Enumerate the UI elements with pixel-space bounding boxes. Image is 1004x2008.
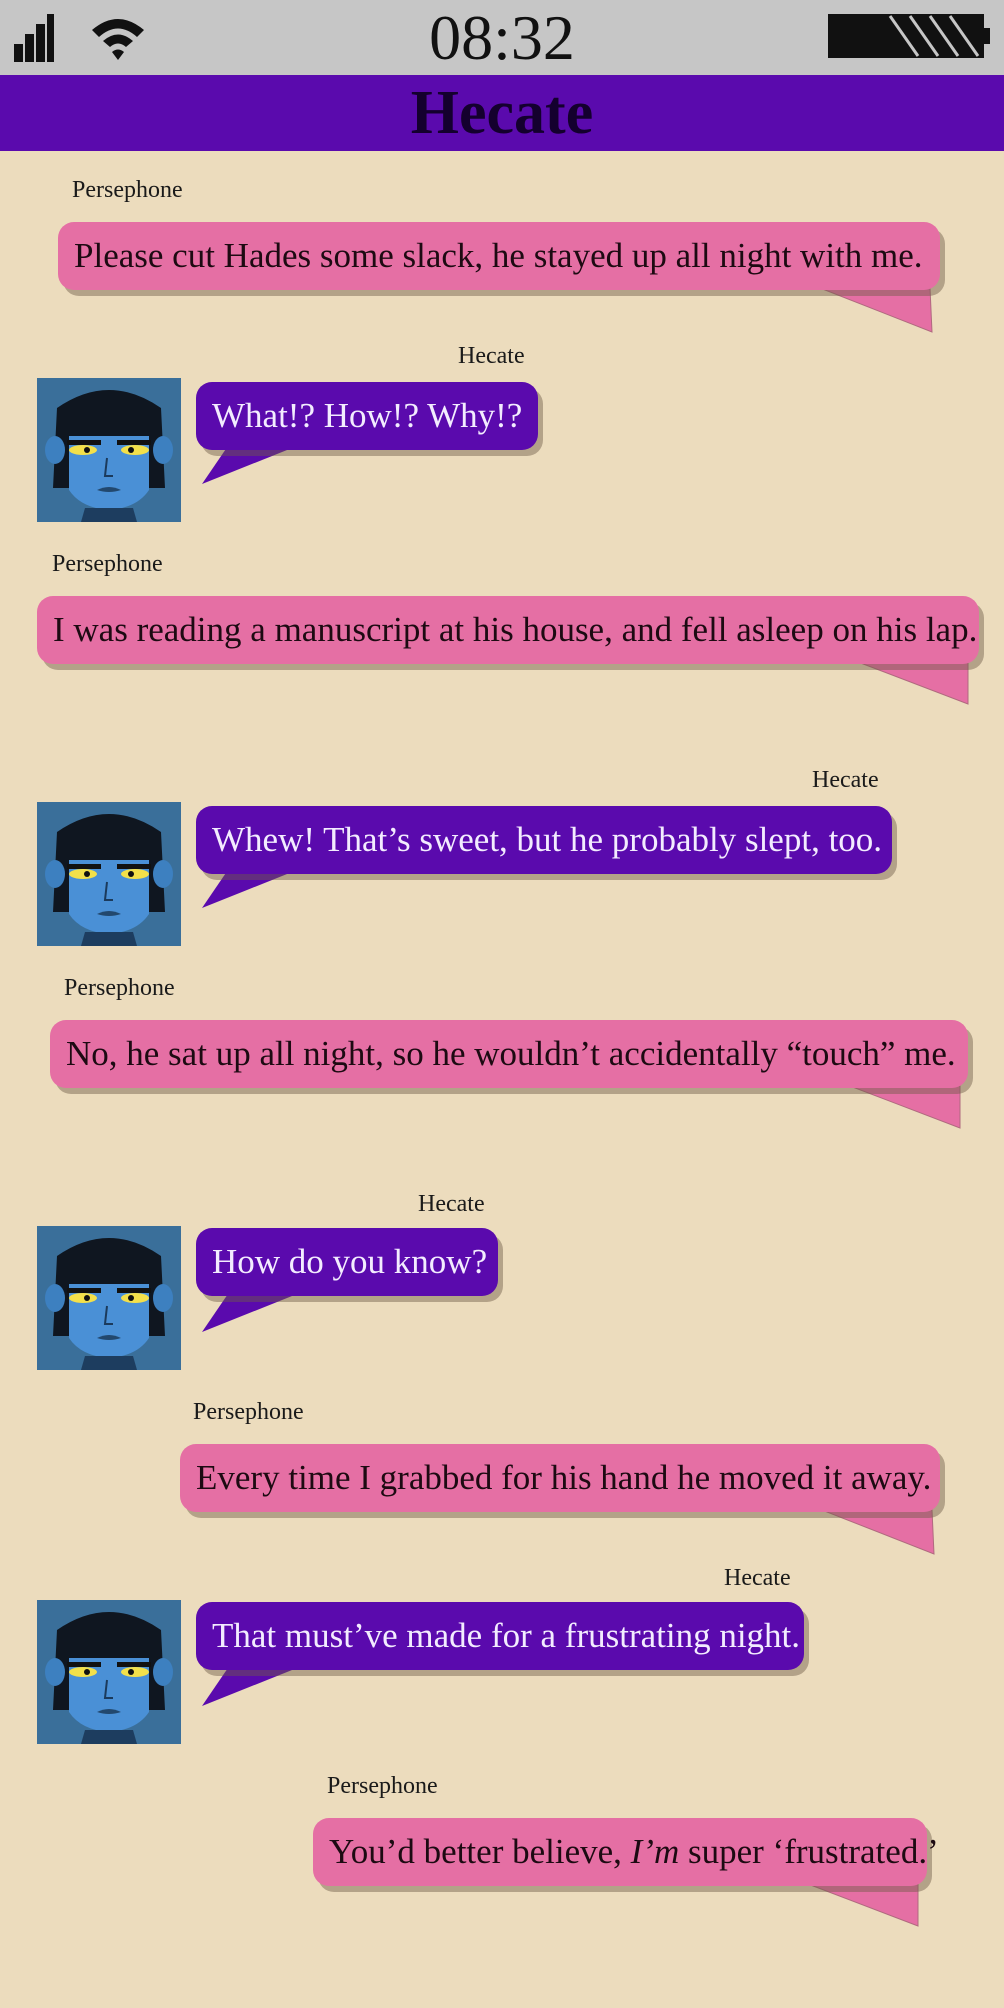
hecate-avatar <box>37 802 181 946</box>
battery-icon <box>828 14 990 58</box>
bubble-tail <box>821 1509 935 1555</box>
message-bubble: Whew! That’s sweet, but he probably slep… <box>196 806 892 874</box>
hecate-avatar <box>37 1226 181 1370</box>
message-bubble: That must’ve made for a frustrating nigh… <box>196 1602 804 1670</box>
message-sender: Hecate <box>812 767 879 793</box>
status-bar: 08:32 <box>0 0 1004 75</box>
message-sender: Persephone <box>193 1399 304 1425</box>
message-sender: Hecate <box>458 343 525 369</box>
message-bubble: What!? How!? Why!? <box>196 382 538 450</box>
bubble-tail <box>202 1662 312 1706</box>
message-bubble: No, he sat up all night, so he wouldn’t … <box>50 1020 968 1088</box>
message-bubble: I was reading a manuscript at his house,… <box>37 596 979 664</box>
hecate-avatar <box>37 378 181 522</box>
message-bubble: Please cut Hades some slack, he stayed u… <box>58 222 940 290</box>
message-sender: Persephone <box>72 177 183 203</box>
bubble-tail <box>807 1883 919 1927</box>
chat-title: Hecate <box>410 79 594 147</box>
bubble-tail <box>849 1085 961 1129</box>
message-text: super ‘frustrated.’ <box>679 1832 939 1871</box>
hecate-avatar <box>37 1600 181 1744</box>
message-bubble: You’d better believe, I’m super ‘frustra… <box>313 1818 939 1886</box>
message-sender: Hecate <box>724 1565 791 1591</box>
message-sender: Persephone <box>64 975 175 1001</box>
message-sender: Persephone <box>327 1773 438 1799</box>
message-bubble: How do you know? <box>196 1228 498 1296</box>
message-sender: Persephone <box>52 551 163 577</box>
bubble-tail <box>857 661 969 705</box>
bubble-tail <box>819 287 933 333</box>
chat-header: Hecate <box>0 75 1004 151</box>
bubble-tail <box>202 1288 312 1332</box>
message-bubble: Every time I grabbed for his hand he mov… <box>180 1444 940 1512</box>
message-text: You’d better believe, <box>329 1832 631 1871</box>
message-emphasis: I’m <box>630 1832 680 1871</box>
message-sender: Hecate <box>418 1191 485 1217</box>
